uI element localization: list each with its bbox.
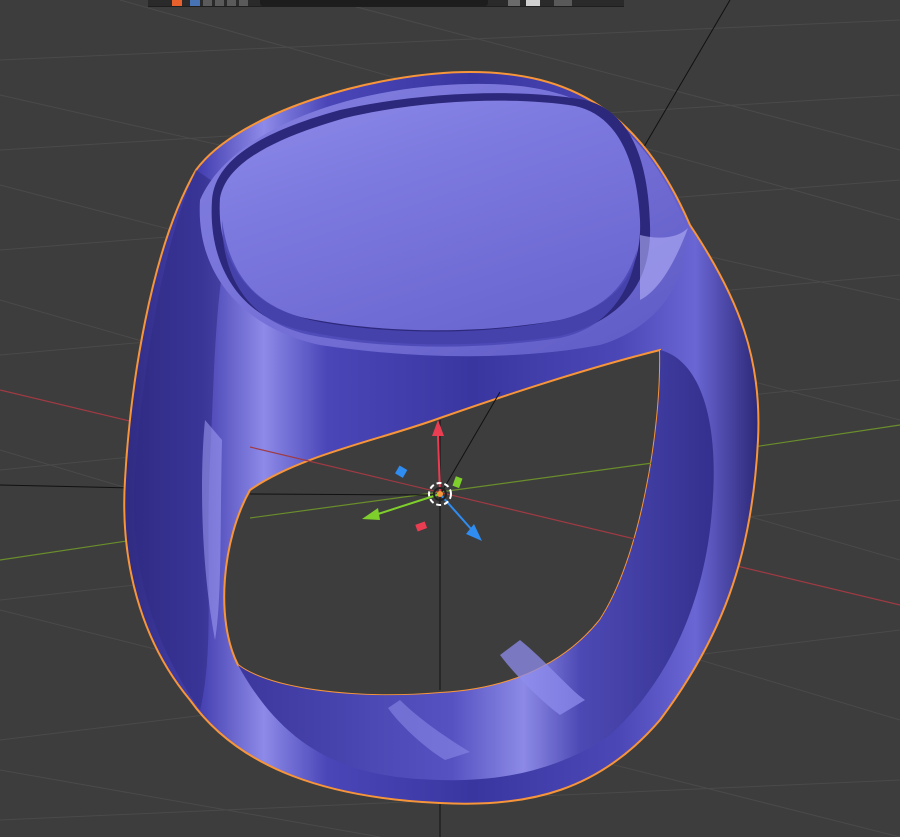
gizmo-toggle-icon[interactable] [508, 0, 520, 6]
select-box-icon[interactable] [190, 0, 200, 6]
search-field-icon[interactable] [260, 0, 488, 6]
overlay-toggle-icon[interactable] [526, 0, 540, 6]
signet-ring[interactable] [123, 70, 760, 805]
viewport-canvas[interactable] [0, 0, 900, 837]
overlay-icon[interactable] [215, 0, 224, 6]
viewport-shading-icon[interactable] [554, 0, 572, 6]
viewport-header [148, 0, 624, 7]
editor-type-icon[interactable] [172, 0, 182, 6]
3d-viewport[interactable] [0, 0, 900, 837]
xray-icon[interactable] [239, 0, 248, 6]
selection-mode-icon[interactable] [203, 0, 212, 6]
shading-icon[interactable] [227, 0, 236, 6]
object-origin-icon [437, 491, 443, 497]
